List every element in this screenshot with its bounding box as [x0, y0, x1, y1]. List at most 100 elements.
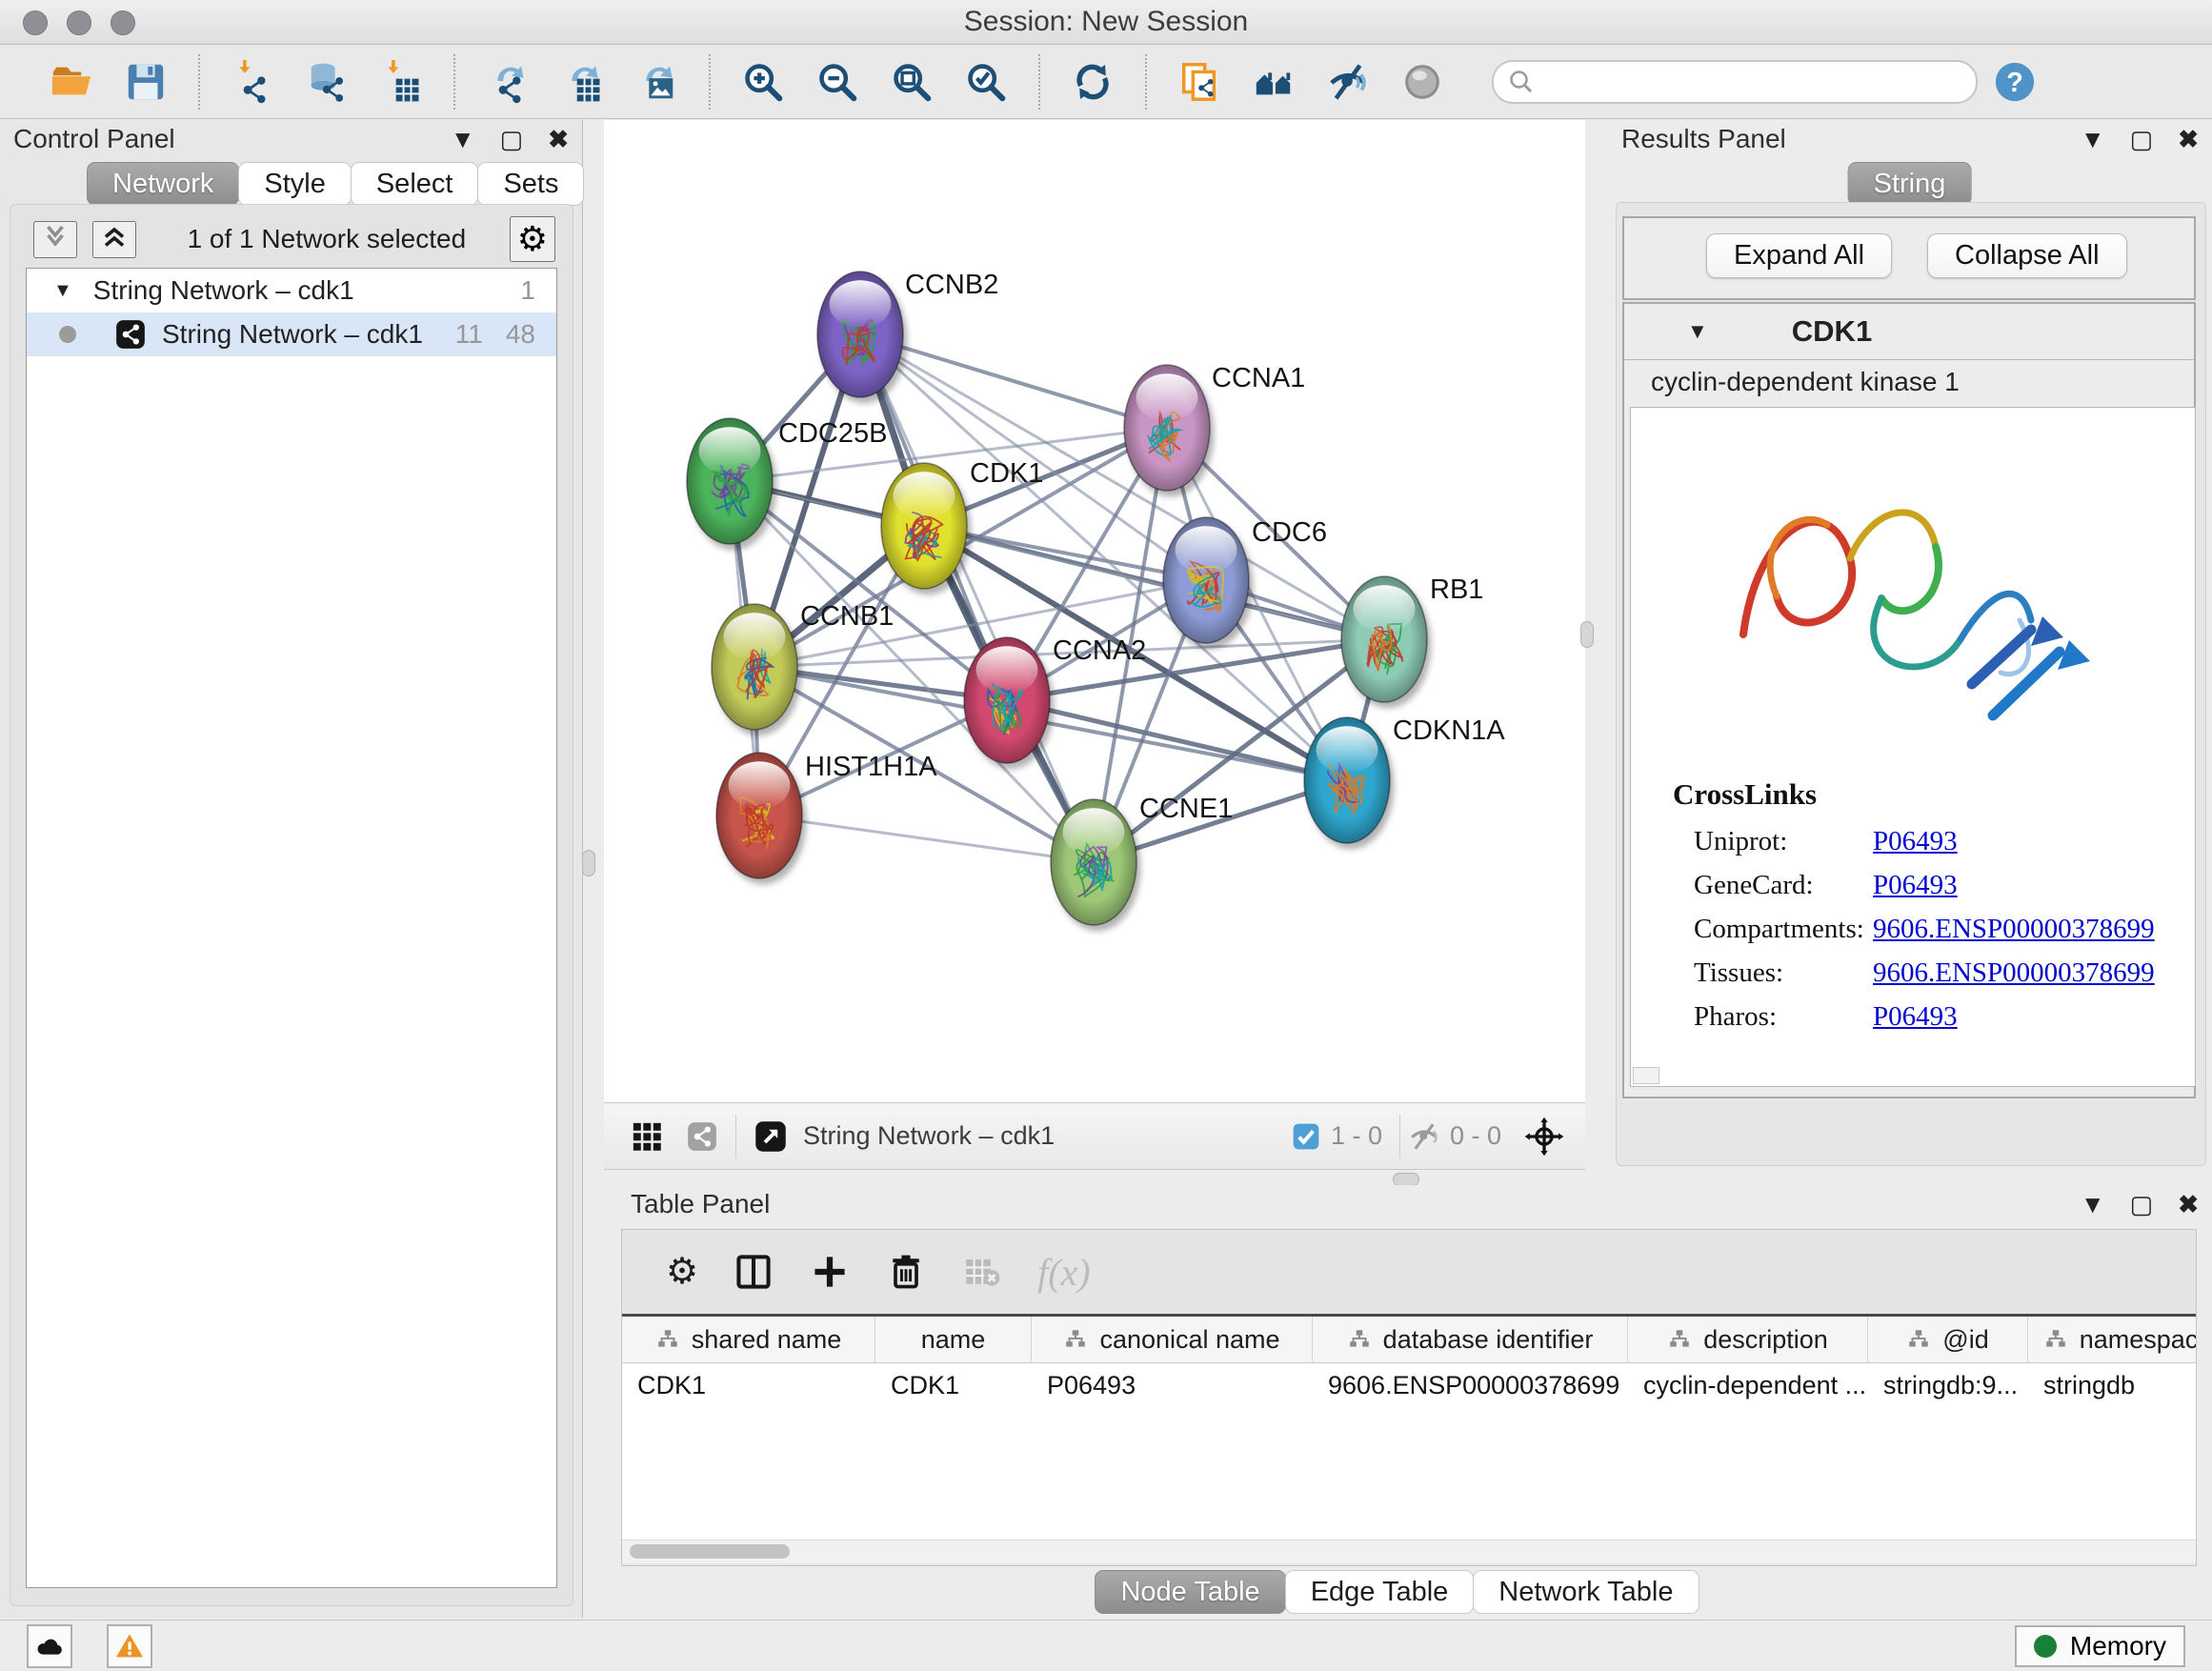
- crosslink-link[interactable]: 9606.ENSP00000378699: [1873, 957, 2155, 989]
- edge-CCNB2-CCNE1[interactable]: [860, 334, 1094, 862]
- clone-network-icon[interactable]: [1174, 56, 1225, 108]
- tab-network-table[interactable]: Network Table: [1473, 1570, 1699, 1614]
- network-overview-icon[interactable]: [686, 1120, 718, 1153]
- collapse-all-button[interactable]: Collapse All: [1927, 233, 2127, 278]
- control-panel-float-icon[interactable]: ▢: [500, 125, 524, 154]
- edge-CCNA2-CDKN1A[interactable]: [1007, 700, 1347, 780]
- column-header-database-identifier[interactable]: database identifier: [1313, 1317, 1628, 1362]
- crosslink-link[interactable]: P06493: [1873, 826, 1958, 857]
- tab-sets[interactable]: Sets: [477, 162, 584, 206]
- column-header-shared-name[interactable]: shared name: [622, 1317, 875, 1362]
- open-session-icon[interactable]: [46, 56, 97, 108]
- tab-select[interactable]: Select: [351, 162, 479, 206]
- delete-table-icon[interactable]: [961, 1251, 1003, 1293]
- export-network-icon[interactable]: [482, 56, 533, 108]
- collapse-all-networks-icon[interactable]: [33, 221, 77, 258]
- memory-button[interactable]: Memory: [2015, 1625, 2185, 1667]
- show-columns-icon[interactable]: [733, 1251, 774, 1293]
- help-icon[interactable]: ?: [1989, 56, 2041, 108]
- scrollbar-thumb[interactable]: [630, 1544, 790, 1559]
- first-neighbors-icon[interactable]: [1248, 56, 1299, 108]
- column-header-canonical-name[interactable]: canonical name: [1032, 1317, 1313, 1362]
- network-options-gear-icon[interactable]: ⚙: [510, 216, 555, 262]
- delete-column-icon[interactable]: [885, 1251, 927, 1293]
- network-tree-collection-row[interactable]: ▼ String Network – cdk1 1: [27, 269, 556, 312]
- crosslink-label: GeneCard:: [1694, 870, 1873, 901]
- zoom-window-button[interactable]: [111, 10, 135, 35]
- function-builder-icon[interactable]: f(x): [1037, 1250, 1091, 1295]
- table-row[interactable]: CDK1CDK1P064939606.ENSP00000378699cyclin…: [622, 1363, 2196, 1407]
- export-image-icon[interactable]: [631, 56, 682, 108]
- node-CCNE1[interactable]: [1051, 799, 1136, 925]
- node-CDC25B[interactable]: [687, 418, 773, 544]
- results-panel-close-icon[interactable]: ✖: [2178, 125, 2199, 154]
- node-CCNB1[interactable]: [712, 604, 797, 730]
- birdseye-view-icon[interactable]: [754, 1119, 788, 1154]
- collection-count: 1: [520, 275, 535, 306]
- node-CCNA1[interactable]: [1124, 365, 1210, 491]
- show-all-icon[interactable]: [1397, 56, 1448, 108]
- control-panel-menu-caret-icon[interactable]: ▼: [451, 125, 475, 154]
- grid-view-icon[interactable]: [631, 1120, 663, 1153]
- expand-all-networks-icon[interactable]: [92, 221, 136, 258]
- node-CCNA2[interactable]: [964, 637, 1050, 763]
- expand-all-button[interactable]: Expand All: [1706, 233, 1892, 278]
- table-panel-float-icon[interactable]: ▢: [2130, 1190, 2154, 1219]
- right-splitter-handle[interactable]: [1580, 621, 1594, 648]
- table-horizontal-scrollbar[interactable]: [622, 1540, 2196, 1563]
- zoom-out-icon[interactable]: [812, 56, 863, 108]
- results-panel-menu-caret-icon[interactable]: ▼: [2081, 125, 2105, 154]
- table-panel-menu-caret-icon[interactable]: ▼: [2081, 1190, 2105, 1219]
- bottom-splitter-handle[interactable]: [1393, 1173, 1419, 1186]
- tree-expander-icon[interactable]: ▼: [53, 280, 72, 302]
- minimize-window-button[interactable]: [67, 10, 91, 35]
- save-session-icon[interactable]: [120, 56, 171, 108]
- network-canvas[interactable]: CCNB2CCNA1CDC25BCDK1CDC6RB1CCNB1CCNA2CDK…: [604, 120, 1585, 1102]
- control-panel-close-icon[interactable]: ✖: [548, 125, 569, 154]
- node-CDKN1A[interactable]: [1304, 717, 1390, 843]
- warning-icon[interactable]: [107, 1624, 152, 1668]
- edge-CCNB2-CCNA1[interactable]: [860, 334, 1167, 428]
- node-CDK1[interactable]: [881, 463, 967, 589]
- create-column-icon[interactable]: [809, 1251, 851, 1293]
- zoom-in-icon[interactable]: [737, 56, 789, 108]
- network-tree-network-row[interactable]: String Network – cdk1 11 48: [27, 312, 556, 356]
- table-options-icon[interactable]: ⚙: [666, 1254, 698, 1290]
- column-header-namespace[interactable]: namespace: [2028, 1317, 2196, 1362]
- edge-CCNE1-HIST1H1A[interactable]: [759, 815, 1094, 862]
- hide-selected-icon[interactable]: [1322, 56, 1374, 108]
- node-CCNB2[interactable]: [817, 272, 903, 397]
- crosslink-link[interactable]: P06493: [1873, 1001, 1958, 1033]
- fit-selected-crosshair-icon[interactable]: [1524, 1117, 1564, 1157]
- crosslink-link[interactable]: 9606.ENSP00000378699: [1873, 914, 2155, 945]
- import-table-icon[interactable]: [375, 56, 427, 108]
- close-window-button[interactable]: [23, 10, 48, 35]
- import-network-icon[interactable]: [227, 56, 278, 108]
- search-input[interactable]: [1543, 66, 1976, 97]
- results-panel-float-icon[interactable]: ▢: [2130, 125, 2154, 154]
- cloud-icon[interactable]: [27, 1624, 72, 1668]
- gene-section-header[interactable]: ▼ CDK1: [1624, 304, 2194, 360]
- tab-network[interactable]: Network: [87, 162, 239, 206]
- import-network-from-database-icon[interactable]: [301, 56, 352, 108]
- node-HIST1H1A[interactable]: [716, 753, 802, 878]
- left-splitter-handle[interactable]: [582, 850, 595, 876]
- selected-checkbox-icon[interactable]: [1291, 1121, 1321, 1152]
- apply-layout-icon[interactable]: [1067, 56, 1118, 108]
- node-CDC6[interactable]: [1163, 517, 1249, 643]
- tab-string[interactable]: String: [1848, 162, 1972, 206]
- column-header-name[interactable]: name: [875, 1317, 1032, 1362]
- tab-node-table[interactable]: Node Table: [1095, 1570, 1285, 1614]
- gene-expander-icon[interactable]: ▼: [1687, 319, 1708, 344]
- node-RB1[interactable]: [1341, 576, 1427, 702]
- export-table-icon[interactable]: [556, 56, 608, 108]
- zoom-selected-icon[interactable]: [960, 56, 1012, 108]
- tab-edge-table[interactable]: Edge Table: [1285, 1570, 1475, 1614]
- zoom-fit-icon[interactable]: [886, 56, 937, 108]
- column-header-description[interactable]: description: [1628, 1317, 1868, 1362]
- tab-style[interactable]: Style: [238, 162, 351, 206]
- hidden-eye-icon[interactable]: [1408, 1120, 1440, 1153]
- column-header-id[interactable]: @id: [1868, 1317, 2028, 1362]
- table-panel-close-icon[interactable]: ✖: [2178, 1190, 2199, 1219]
- crosslink-link[interactable]: P06493: [1873, 870, 1958, 901]
